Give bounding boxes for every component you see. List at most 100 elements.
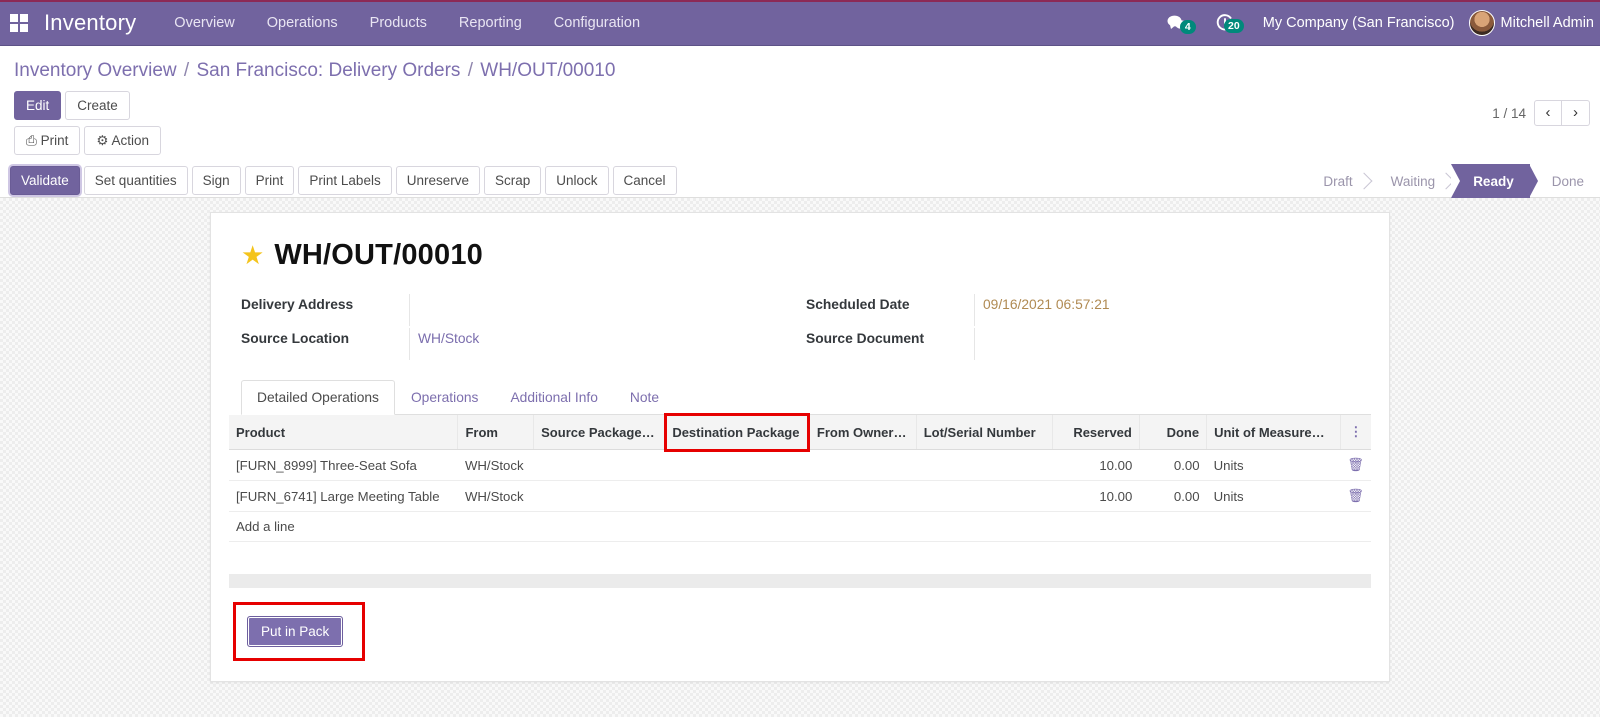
add-a-line-link[interactable]: Add a line xyxy=(229,511,1371,542)
cell-reserved[interactable]: 10.00 xyxy=(1052,449,1140,481)
stage-draft[interactable]: Draft xyxy=(1301,164,1368,198)
cell-reserved[interactable]: 10.00 xyxy=(1052,480,1140,512)
cell-product[interactable]: [FURN_8999] Three-Seat Sofa xyxy=(229,449,458,481)
cell-lot-serial[interactable] xyxy=(916,480,1053,512)
stage-waiting[interactable]: Waiting xyxy=(1369,164,1452,198)
action-menu-label: Action xyxy=(111,133,149,148)
top-navbar: Inventory Overview Operations Products R… xyxy=(0,0,1600,46)
column-header-source-package[interactable]: Source Package… xyxy=(533,415,666,450)
control-panel: Edit Create ⎙ Print ⚙ Action 1 / 14 ‹ › xyxy=(0,88,1600,155)
breadcrumb-item-root[interactable]: Inventory Overview xyxy=(14,60,177,81)
cell-source-package[interactable] xyxy=(533,480,665,512)
menu-configuration[interactable]: Configuration xyxy=(538,0,656,46)
create-button[interactable]: Create xyxy=(65,91,130,120)
trash-icon[interactable]: 🗑 xyxy=(1340,480,1371,512)
page-title: WH/OUT/00010 xyxy=(274,239,483,271)
menu-operations[interactable]: Operations xyxy=(251,0,354,46)
field-value-delivery-address[interactable] xyxy=(409,294,806,326)
put-in-pack-annotation: Put in Pack xyxy=(233,602,366,661)
column-header-product[interactable]: Product xyxy=(229,415,459,450)
column-header-unit-of-measure[interactable]: Unit of Measure… xyxy=(1206,415,1341,450)
cancel-button[interactable]: Cancel xyxy=(612,166,677,195)
field-source-document: Source Document xyxy=(806,328,1371,362)
unlock-button[interactable]: Unlock xyxy=(545,166,609,195)
user-menu[interactable]: Mitchell Admin xyxy=(1468,9,1600,36)
cell-done[interactable]: 0.00 xyxy=(1139,449,1207,481)
tab-additional-info[interactable]: Additional Info xyxy=(494,380,613,415)
column-header-destination-package[interactable]: Destination Package xyxy=(663,413,810,452)
clock-activity-icon[interactable]: 20 xyxy=(1201,13,1249,33)
form-sheet: ★ WH/OUT/00010 Delivery Address Source L… xyxy=(210,212,1390,682)
apps-grid-icon[interactable] xyxy=(10,13,30,32)
print-labels-button[interactable]: Print Labels xyxy=(298,166,392,195)
control-panel-row-secondary: ⎙ Print ⚙ Action xyxy=(14,126,1590,155)
sign-button[interactable]: Sign xyxy=(191,166,241,195)
action-menu-button[interactable]: ⚙ Action xyxy=(84,126,161,155)
cell-destination-package[interactable] xyxy=(664,480,810,512)
cell-from[interactable]: WH/Stock xyxy=(457,480,534,512)
cell-from-owner[interactable] xyxy=(809,449,917,481)
field-label-source-document: Source Document xyxy=(806,331,925,346)
unreserve-button[interactable]: Unreserve xyxy=(395,166,480,195)
scrap-button[interactable]: Scrap xyxy=(483,166,542,195)
edit-button[interactable]: Edit xyxy=(14,91,62,120)
column-header-from[interactable]: From xyxy=(457,415,535,450)
form-title-row: ★ WH/OUT/00010 xyxy=(241,239,1371,272)
field-value-source-location[interactable]: WH/Stock xyxy=(409,328,806,360)
cell-uom[interactable]: Units xyxy=(1206,480,1341,512)
cell-source-package[interactable] xyxy=(533,449,665,481)
star-favorite-icon[interactable]: ★ xyxy=(241,240,264,271)
set-quantities-button[interactable]: Set quantities xyxy=(83,166,188,195)
tab-note[interactable]: Note xyxy=(614,380,675,415)
app-brand-inventory[interactable]: Inventory xyxy=(44,10,136,36)
validate-button[interactable]: Validate xyxy=(10,166,80,195)
cell-from[interactable]: WH/Stock xyxy=(457,449,534,481)
cell-uom[interactable]: Units xyxy=(1206,449,1341,481)
menu-reporting[interactable]: Reporting xyxy=(443,0,538,46)
activities-badge: 20 xyxy=(1224,18,1244,33)
tab-operations[interactable]: Operations xyxy=(395,380,495,415)
menu-overview[interactable]: Overview xyxy=(158,0,250,46)
breadcrumb-item-delivery-orders[interactable]: San Francisco: Delivery Orders xyxy=(196,60,460,81)
column-header-from-owner[interactable]: From Owner… xyxy=(809,415,917,450)
sheet-divider-bar xyxy=(229,574,1371,588)
cell-product[interactable]: [FURN_6741] Large Meeting Table xyxy=(229,480,458,512)
cell-destination-package[interactable] xyxy=(664,449,810,481)
chevron-left-icon[interactable]: ‹ xyxy=(1534,100,1562,126)
put-in-pack-button[interactable]: Put in Pack xyxy=(247,616,344,647)
status-button-bar: Validate Set quantities Sign Print Print… xyxy=(0,164,1600,198)
column-header-done[interactable]: Done xyxy=(1139,415,1208,450)
record-pager: 1 / 14 ‹ › xyxy=(1492,100,1590,126)
control-panel-row-primary: Edit Create xyxy=(14,91,1590,120)
cell-from-owner[interactable] xyxy=(809,480,917,512)
column-header-reserved[interactable]: Reserved xyxy=(1052,415,1140,450)
add-line-row[interactable]: Add a line xyxy=(229,511,1371,542)
chevron-right-icon[interactable]: › xyxy=(1562,100,1590,126)
chat-bubble-icon[interactable]: 4 xyxy=(1153,14,1201,34)
menu-products[interactable]: Products xyxy=(354,0,443,46)
avatar xyxy=(1468,9,1495,36)
vertical-dots-icon[interactable]: ⋮ xyxy=(1340,415,1371,450)
navbar-right-section: 4 20 My Company (San Francisco) Mitchell… xyxy=(1153,0,1600,45)
print-button[interactable]: Print xyxy=(244,166,295,195)
status-pipeline: Draft Waiting Ready Done xyxy=(1301,164,1600,198)
cell-lot-serial[interactable] xyxy=(916,449,1053,481)
cell-done[interactable]: 0.00 xyxy=(1139,480,1207,512)
breadcrumb-item-current: WH/OUT/00010 xyxy=(480,60,616,81)
company-switcher[interactable]: My Company (San Francisco) xyxy=(1249,15,1469,31)
field-value-scheduled-date[interactable]: 09/16/2021 06:57:21 xyxy=(974,294,1371,326)
form-column-right: Scheduled Date 09/16/2021 06:57:21 Sourc… xyxy=(806,294,1371,362)
pager-counter: 1 / 14 xyxy=(1492,105,1526,121)
stage-ready[interactable]: Ready xyxy=(1451,164,1538,198)
table-header-row: Product From Source Package… Destination… xyxy=(229,413,1371,452)
table-row[interactable]: [FURN_8999] Three-Seat Sofa WH/Stock 10.… xyxy=(229,449,1371,481)
detailed-operations-table: Product From Source Package… Destination… xyxy=(229,413,1371,542)
stage-done[interactable]: Done xyxy=(1530,164,1600,198)
print-menu-button[interactable]: ⎙ Print xyxy=(14,126,81,155)
table-row[interactable]: [FURN_6741] Large Meeting Table WH/Stock… xyxy=(229,480,1371,512)
field-source-location: Source Location WH/Stock xyxy=(241,328,806,362)
column-header-lot-serial-number[interactable]: Lot/Serial Number xyxy=(916,415,1054,450)
field-value-source-document[interactable] xyxy=(974,328,1371,360)
trash-icon[interactable]: 🗑 xyxy=(1340,449,1371,481)
tab-detailed-operations[interactable]: Detailed Operations xyxy=(241,380,395,415)
